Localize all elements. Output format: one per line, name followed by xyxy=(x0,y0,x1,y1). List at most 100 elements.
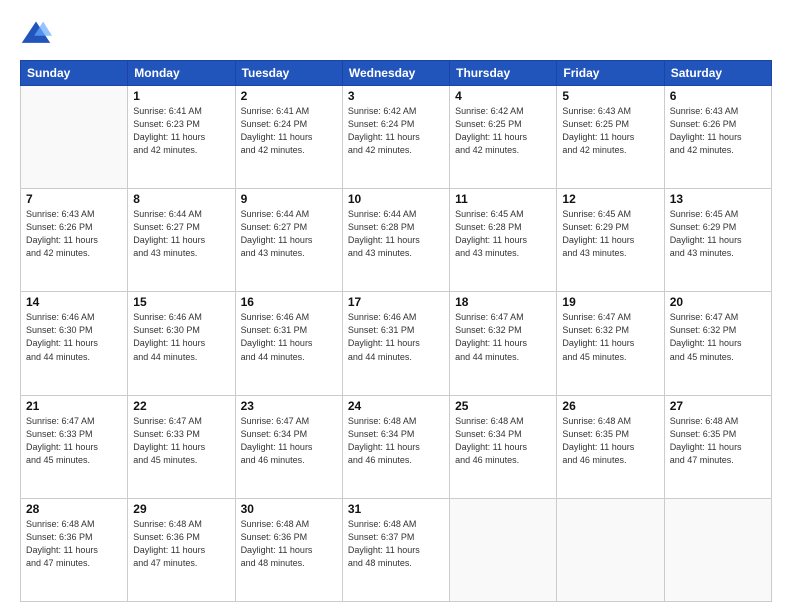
day-number: 5 xyxy=(562,89,658,103)
calendar-cell: 13 Sunrise: 6:45 AM Sunset: 6:29 PM Dayli… xyxy=(664,189,771,292)
day-info: Sunrise: 6:47 AM Sunset: 6:33 PM Dayligh… xyxy=(133,415,229,467)
calendar-header-saturday: Saturday xyxy=(664,61,771,86)
day-number: 19 xyxy=(562,295,658,309)
day-number: 15 xyxy=(133,295,229,309)
calendar-cell: 28 Sunrise: 6:48 AM Sunset: 6:36 PM Dayli… xyxy=(21,498,128,601)
day-number: 8 xyxy=(133,192,229,206)
day-info: Sunrise: 6:44 AM Sunset: 6:27 PM Dayligh… xyxy=(133,208,229,260)
day-info: Sunrise: 6:41 AM Sunset: 6:23 PM Dayligh… xyxy=(133,105,229,157)
day-number: 12 xyxy=(562,192,658,206)
calendar-cell: 30 Sunrise: 6:48 AM Sunset: 6:36 PM Dayli… xyxy=(235,498,342,601)
day-number: 4 xyxy=(455,89,551,103)
calendar-cell: 17 Sunrise: 6:46 AM Sunset: 6:31 PM Dayli… xyxy=(342,292,449,395)
calendar-cell: 25Sunrise: 6:48 AM Sunset: 6:34 PM Dayli… xyxy=(450,395,557,498)
calendar-week-row: 28 Sunrise: 6:48 AM Sunset: 6:36 PM Dayli… xyxy=(21,498,772,601)
day-info: Sunrise: 6:43 AM Sunset: 6:26 PM Dayligh… xyxy=(670,105,766,157)
day-info: Sunrise: 6:48 AM Sunset: 6:36 PM Dayligh… xyxy=(133,518,229,570)
calendar-cell: 16 Sunrise: 6:46 AM Sunset: 6:31 PM Dayli… xyxy=(235,292,342,395)
day-number: 2 xyxy=(241,89,337,103)
day-info: Sunrise: 6:48 AM Sunset: 6:36 PM Dayligh… xyxy=(26,518,122,570)
day-info: Sunrise: 6:45 AM Sunset: 6:29 PM Dayligh… xyxy=(670,208,766,260)
day-number: 18 xyxy=(455,295,551,309)
calendar-header-tuesday: Tuesday xyxy=(235,61,342,86)
calendar-cell xyxy=(21,86,128,189)
day-info: Sunrise: 6:47 AM Sunset: 6:32 PM Dayligh… xyxy=(455,311,551,363)
calendar-cell: 7 Sunrise: 6:43 AM Sunset: 6:26 PM Daylig… xyxy=(21,189,128,292)
calendar-table: SundayMondayTuesdayWednesdayThursdayFrid… xyxy=(20,60,772,602)
day-info: Sunrise: 6:48 AM Sunset: 6:36 PM Dayligh… xyxy=(241,518,337,570)
day-info: Sunrise: 6:42 AM Sunset: 6:25 PM Dayligh… xyxy=(455,105,551,157)
day-info: Sunrise: 6:46 AM Sunset: 6:31 PM Dayligh… xyxy=(348,311,444,363)
calendar-cell: 21Sunrise: 6:47 AM Sunset: 6:33 PM Dayli… xyxy=(21,395,128,498)
day-info: Sunrise: 6:45 AM Sunset: 6:28 PM Dayligh… xyxy=(455,208,551,260)
calendar-cell: 26 Sunrise: 6:48 AM Sunset: 6:35 PM Dayli… xyxy=(557,395,664,498)
day-info: Sunrise: 6:48 AM Sunset: 6:35 PM Dayligh… xyxy=(670,415,766,467)
page: SundayMondayTuesdayWednesdayThursdayFrid… xyxy=(0,0,792,612)
day-number: 30 xyxy=(241,502,337,516)
day-number: 6 xyxy=(670,89,766,103)
calendar-cell: 31Sunrise: 6:48 AM Sunset: 6:37 PM Dayli… xyxy=(342,498,449,601)
calendar-header-row: SundayMondayTuesdayWednesdayThursdayFrid… xyxy=(21,61,772,86)
day-info: Sunrise: 6:46 AM Sunset: 6:31 PM Dayligh… xyxy=(241,311,337,363)
calendar-cell: 19 Sunrise: 6:47 AM Sunset: 6:32 PM Dayli… xyxy=(557,292,664,395)
day-number: 31 xyxy=(348,502,444,516)
calendar-cell: 20Sunrise: 6:47 AM Sunset: 6:32 PM Dayli… xyxy=(664,292,771,395)
day-number: 1 xyxy=(133,89,229,103)
day-info: Sunrise: 6:47 AM Sunset: 6:34 PM Dayligh… xyxy=(241,415,337,467)
calendar-cell xyxy=(450,498,557,601)
day-number: 7 xyxy=(26,192,122,206)
calendar-cell: 4 Sunrise: 6:42 AM Sunset: 6:25 PM Daylig… xyxy=(450,86,557,189)
calendar-cell: 1 Sunrise: 6:41 AM Sunset: 6:23 PM Daylig… xyxy=(128,86,235,189)
calendar-cell: 2 Sunrise: 6:41 AM Sunset: 6:24 PM Daylig… xyxy=(235,86,342,189)
calendar-cell: 5Sunrise: 6:43 AM Sunset: 6:25 PM Daylig… xyxy=(557,86,664,189)
day-number: 11 xyxy=(455,192,551,206)
day-info: Sunrise: 6:44 AM Sunset: 6:27 PM Dayligh… xyxy=(241,208,337,260)
calendar-header-wednesday: Wednesday xyxy=(342,61,449,86)
calendar-header-sunday: Sunday xyxy=(21,61,128,86)
day-number: 26 xyxy=(562,399,658,413)
calendar-cell: 10 Sunrise: 6:44 AM Sunset: 6:28 PM Dayli… xyxy=(342,189,449,292)
day-info: Sunrise: 6:48 AM Sunset: 6:34 PM Dayligh… xyxy=(348,415,444,467)
calendar-cell: 24 Sunrise: 6:48 AM Sunset: 6:34 PM Dayli… xyxy=(342,395,449,498)
calendar-cell xyxy=(557,498,664,601)
day-number: 10 xyxy=(348,192,444,206)
day-info: Sunrise: 6:44 AM Sunset: 6:28 PM Dayligh… xyxy=(348,208,444,260)
logo xyxy=(20,18,54,50)
day-info: Sunrise: 6:45 AM Sunset: 6:29 PM Dayligh… xyxy=(562,208,658,260)
calendar-week-row: 1 Sunrise: 6:41 AM Sunset: 6:23 PM Daylig… xyxy=(21,86,772,189)
header xyxy=(20,18,772,50)
day-info: Sunrise: 6:46 AM Sunset: 6:30 PM Dayligh… xyxy=(133,311,229,363)
calendar-cell: 18 Sunrise: 6:47 AM Sunset: 6:32 PM Dayli… xyxy=(450,292,557,395)
day-number: 3 xyxy=(348,89,444,103)
day-info: Sunrise: 6:47 AM Sunset: 6:32 PM Dayligh… xyxy=(670,311,766,363)
day-number: 16 xyxy=(241,295,337,309)
day-number: 17 xyxy=(348,295,444,309)
day-number: 28 xyxy=(26,502,122,516)
day-number: 14 xyxy=(26,295,122,309)
calendar-cell xyxy=(664,498,771,601)
calendar-cell: 12 Sunrise: 6:45 AM Sunset: 6:29 PM Dayli… xyxy=(557,189,664,292)
day-number: 9 xyxy=(241,192,337,206)
day-info: Sunrise: 6:47 AM Sunset: 6:32 PM Dayligh… xyxy=(562,311,658,363)
calendar-header-friday: Friday xyxy=(557,61,664,86)
day-info: Sunrise: 6:48 AM Sunset: 6:35 PM Dayligh… xyxy=(562,415,658,467)
day-info: Sunrise: 6:41 AM Sunset: 6:24 PM Dayligh… xyxy=(241,105,337,157)
logo-icon xyxy=(20,18,52,50)
calendar-cell: 23 Sunrise: 6:47 AM Sunset: 6:34 PM Dayli… xyxy=(235,395,342,498)
calendar-cell: 22 Sunrise: 6:47 AM Sunset: 6:33 PM Dayli… xyxy=(128,395,235,498)
calendar-cell: 3 Sunrise: 6:42 AM Sunset: 6:24 PM Daylig… xyxy=(342,86,449,189)
calendar-cell: 29Sunrise: 6:48 AM Sunset: 6:36 PM Dayli… xyxy=(128,498,235,601)
calendar-header-monday: Monday xyxy=(128,61,235,86)
day-number: 23 xyxy=(241,399,337,413)
day-info: Sunrise: 6:42 AM Sunset: 6:24 PM Dayligh… xyxy=(348,105,444,157)
day-number: 22 xyxy=(133,399,229,413)
day-info: Sunrise: 6:43 AM Sunset: 6:26 PM Dayligh… xyxy=(26,208,122,260)
calendar-header-thursday: Thursday xyxy=(450,61,557,86)
calendar-cell: 8 Sunrise: 6:44 AM Sunset: 6:27 PM Daylig… xyxy=(128,189,235,292)
day-number: 13 xyxy=(670,192,766,206)
day-info: Sunrise: 6:47 AM Sunset: 6:33 PM Dayligh… xyxy=(26,415,122,467)
calendar-cell: 15 Sunrise: 6:46 AM Sunset: 6:30 PM Dayli… xyxy=(128,292,235,395)
calendar-week-row: 7 Sunrise: 6:43 AM Sunset: 6:26 PM Daylig… xyxy=(21,189,772,292)
calendar-cell: 9 Sunrise: 6:44 AM Sunset: 6:27 PM Daylig… xyxy=(235,189,342,292)
day-number: 24 xyxy=(348,399,444,413)
